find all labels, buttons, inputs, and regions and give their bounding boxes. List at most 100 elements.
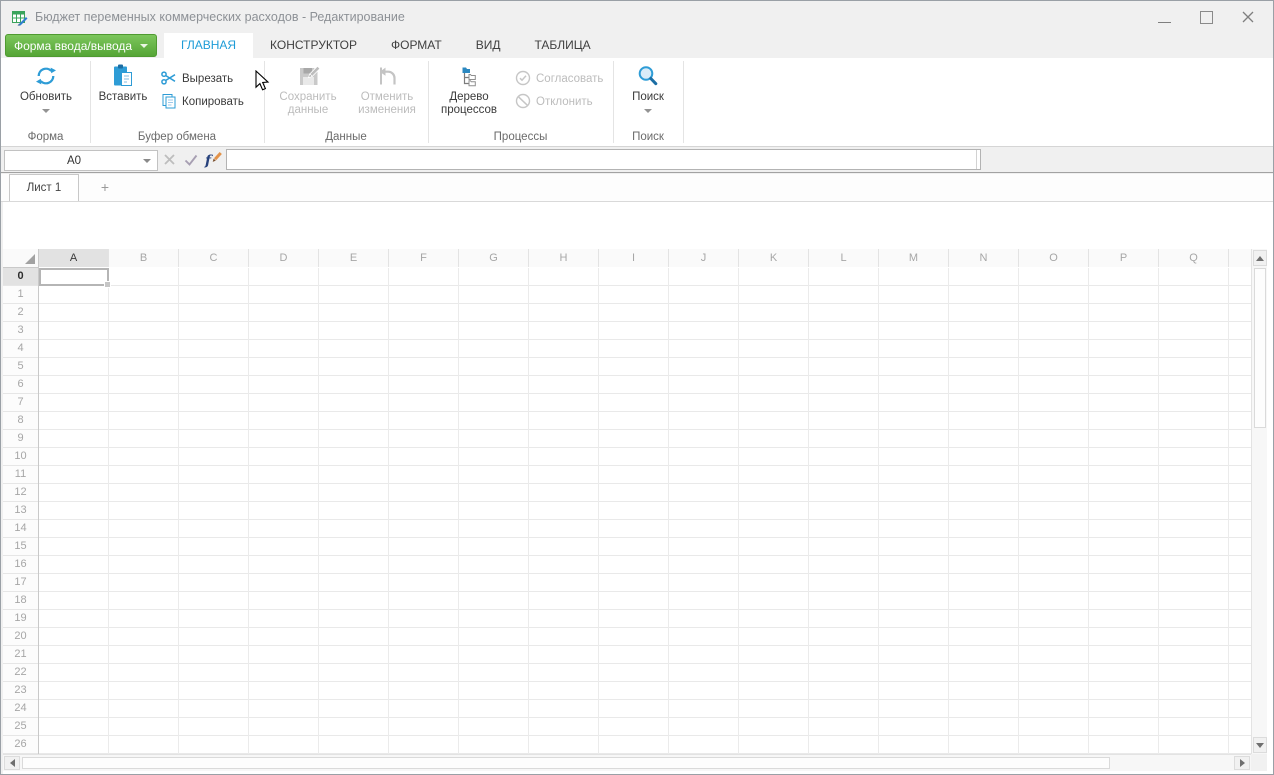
- column-header-L[interactable]: L: [809, 249, 879, 267]
- row-header-9[interactable]: 9: [3, 430, 38, 448]
- column-header-P[interactable]: P: [1089, 249, 1159, 267]
- save-data-button[interactable]: Сохранить данные: [269, 61, 347, 127]
- maximize-icon: [1200, 11, 1213, 24]
- minimize-button[interactable]: [1143, 3, 1185, 31]
- search-icon: [636, 61, 660, 91]
- tab-tablica[interactable]: ТАБЛИЦА: [517, 33, 607, 58]
- column-header-I[interactable]: I: [599, 249, 669, 267]
- scroll-down-button[interactable]: [1253, 737, 1267, 753]
- column-header-J[interactable]: J: [669, 249, 739, 267]
- formula-bar-divider: [976, 150, 977, 169]
- refresh-icon: [35, 61, 57, 91]
- scroll-left-button[interactable]: [4, 756, 20, 770]
- sheet-tab-list1[interactable]: Лист 1: [9, 174, 79, 201]
- column-header-H[interactable]: H: [529, 249, 599, 267]
- search-button[interactable]: Поиск: [619, 61, 677, 127]
- paste-button[interactable]: Вставить: [95, 61, 151, 127]
- fill-handle[interactable]: [104, 281, 111, 288]
- row-header-25[interactable]: 25: [3, 718, 38, 736]
- save-icon: [296, 61, 321, 91]
- column-header-G[interactable]: G: [459, 249, 529, 267]
- add-sheet-button[interactable]: +: [89, 174, 121, 201]
- scroll-left-icon: [10, 759, 15, 767]
- selected-cell-a0[interactable]: [39, 268, 109, 286]
- undo-changes-button[interactable]: Отменить изменения: [351, 61, 423, 127]
- approve-button[interactable]: Согласовать: [515, 69, 603, 89]
- row-header-5[interactable]: 5: [3, 358, 38, 376]
- row-header-19[interactable]: 19: [3, 610, 38, 628]
- row-header-26[interactable]: 26: [3, 736, 38, 754]
- search-button-label: Поиск: [632, 91, 664, 104]
- row-header-7[interactable]: 7: [3, 394, 38, 412]
- app-window: Бюджет переменных коммерческих расходов …: [0, 0, 1274, 775]
- column-header-Q[interactable]: Q: [1159, 249, 1229, 267]
- vertical-scrollbar[interactable]: [1251, 249, 1267, 754]
- row-header-4[interactable]: 4: [3, 340, 38, 358]
- row-header-8[interactable]: 8: [3, 412, 38, 430]
- row-header-10[interactable]: 10: [3, 448, 38, 466]
- row-header-15[interactable]: 15: [3, 538, 38, 556]
- cut-button[interactable]: Вырезать: [161, 69, 233, 89]
- refresh-button-label: Обновить: [20, 91, 72, 104]
- row-header-20[interactable]: 20: [3, 628, 38, 646]
- form-io-button[interactable]: Форма ввода/вывода: [5, 34, 157, 57]
- tab-glavnaya[interactable]: ГЛАВНАЯ: [164, 33, 253, 58]
- tab-vid[interactable]: ВИД: [459, 33, 518, 58]
- column-header-M[interactable]: M: [879, 249, 949, 267]
- group-label-poisk: Поиск: [613, 129, 683, 145]
- reject-button[interactable]: Отклонить: [515, 92, 593, 112]
- row-header-24[interactable]: 24: [3, 700, 38, 718]
- row-header-22[interactable]: 22: [3, 664, 38, 682]
- scroll-up-button[interactable]: [1253, 250, 1267, 266]
- refresh-button[interactable]: Обновить: [9, 61, 83, 127]
- process-tree-button[interactable]: Дерево процессов: [431, 61, 507, 127]
- cell-reference: A0: [5, 155, 143, 167]
- formula-input[interactable]: [226, 149, 981, 170]
- row-header-17[interactable]: 17: [3, 574, 38, 592]
- maximize-button[interactable]: [1185, 3, 1227, 31]
- column-header-N[interactable]: N: [949, 249, 1019, 267]
- column-header-O[interactable]: O: [1019, 249, 1089, 267]
- dropdown-caret-icon: [42, 109, 50, 113]
- row-header-0[interactable]: 0: [3, 268, 38, 286]
- cell-name-box[interactable]: A0: [4, 150, 158, 171]
- row-header-14[interactable]: 14: [3, 520, 38, 538]
- row-header-2[interactable]: 2: [3, 304, 38, 322]
- scroll-right-button[interactable]: [1234, 756, 1250, 770]
- close-button[interactable]: [1227, 3, 1269, 31]
- row-header-21[interactable]: 21: [3, 646, 38, 664]
- column-header-B[interactable]: B: [109, 249, 179, 267]
- row-header-1[interactable]: 1: [3, 286, 38, 304]
- horizontal-scroll-thumb[interactable]: [22, 757, 1110, 769]
- tab-format[interactable]: ФОРМАТ: [374, 33, 459, 58]
- app-icon: [11, 9, 28, 26]
- column-header-partial[interactable]: [1229, 249, 1251, 267]
- column-header-A[interactable]: A: [39, 249, 109, 267]
- column-header-K[interactable]: K: [739, 249, 809, 267]
- tab-konstruktor[interactable]: КОНСТРУКТОР: [253, 33, 374, 58]
- cancel-entry-button[interactable]: [159, 150, 179, 169]
- row-header-23[interactable]: 23: [3, 682, 38, 700]
- column-header-E[interactable]: E: [319, 249, 389, 267]
- menu-tab-row: Форма ввода/вывода ГЛАВНАЯ КОНСТРУКТОР Ф…: [1, 33, 1273, 58]
- confirm-entry-button[interactable]: [181, 150, 201, 169]
- insert-function-button[interactable]: f: [202, 150, 224, 169]
- row-header-13[interactable]: 13: [3, 502, 38, 520]
- row-header-18[interactable]: 18: [3, 592, 38, 610]
- close-icon: [1241, 10, 1255, 24]
- process-tree-icon: [457, 61, 481, 91]
- copy-button[interactable]: Копировать: [161, 92, 244, 112]
- select-all-corner[interactable]: [3, 249, 39, 268]
- column-header-F[interactable]: F: [389, 249, 459, 267]
- grid-cells[interactable]: [39, 268, 1251, 754]
- column-header-C[interactable]: C: [179, 249, 249, 267]
- row-header-11[interactable]: 11: [3, 466, 38, 484]
- horizontal-scrollbar[interactable]: [3, 754, 1251, 771]
- row-header-6[interactable]: 6: [3, 376, 38, 394]
- row-header-16[interactable]: 16: [3, 556, 38, 574]
- column-header-D[interactable]: D: [249, 249, 319, 267]
- row-header-12[interactable]: 12: [3, 484, 38, 502]
- vertical-scroll-thumb[interactable]: [1254, 268, 1266, 428]
- row-header-3[interactable]: 3: [3, 322, 38, 340]
- select-all-corner-icon: [25, 254, 35, 264]
